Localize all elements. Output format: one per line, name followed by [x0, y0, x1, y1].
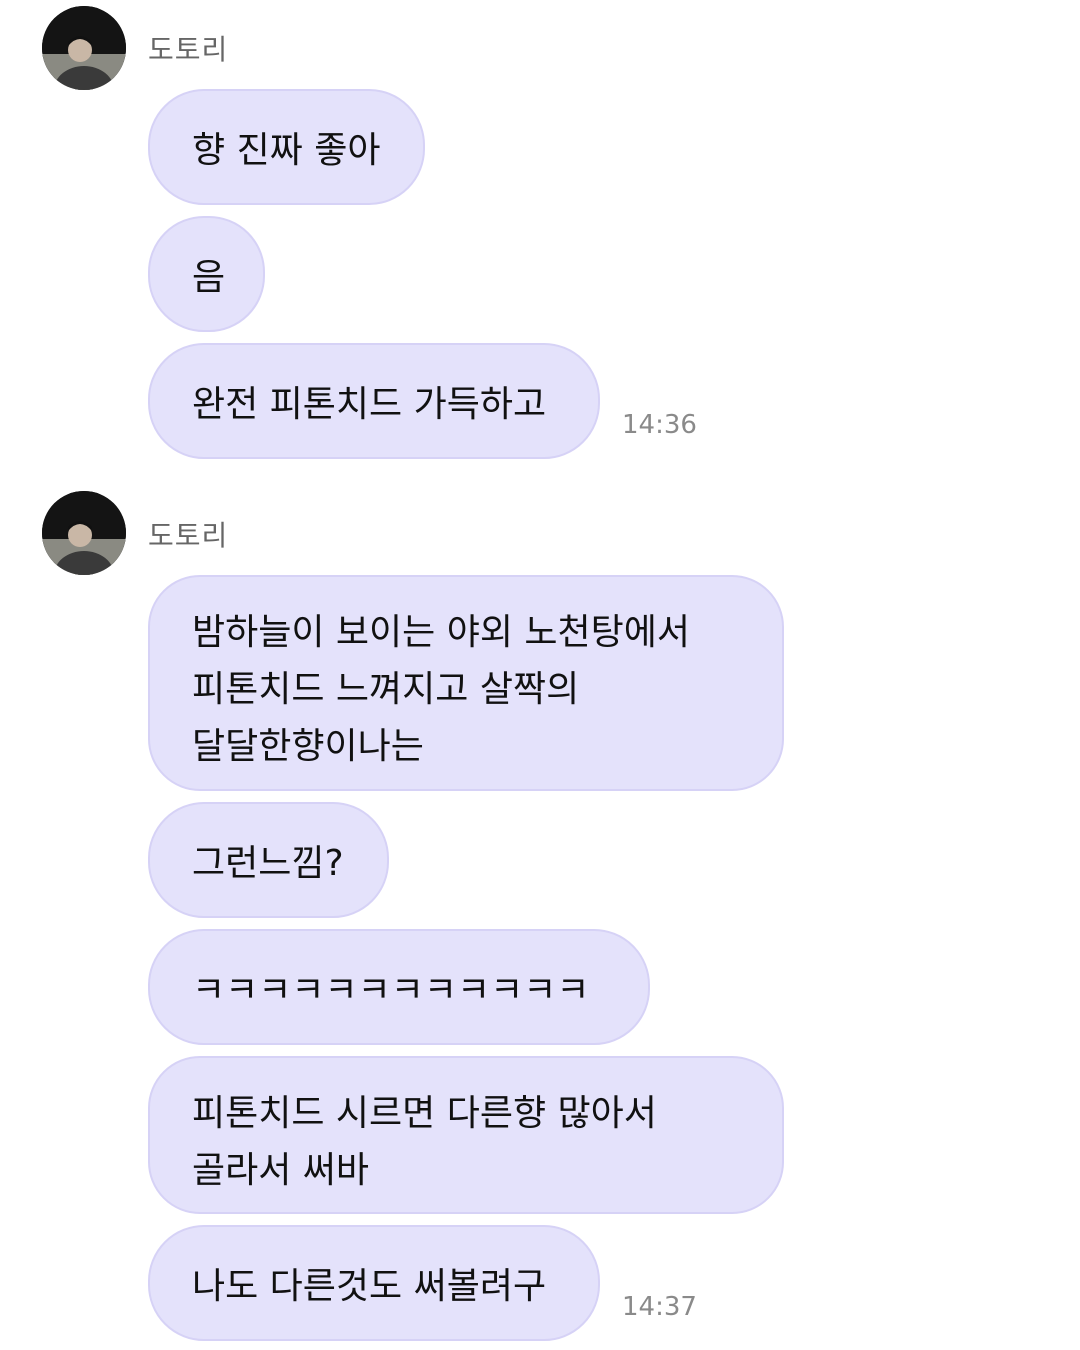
message-bubble[interactable]: 밤하늘이 보이는 야외 노천탕에서 피톤치드 느껴지고 살짝의 달달한향이나는	[148, 575, 784, 791]
message-bubble[interactable]: ㅋㅋㅋㅋㅋㅋㅋㅋㅋㅋㅋㅋ	[148, 929, 650, 1045]
message-timestamp: 14:37	[622, 1292, 697, 1322]
avatar[interactable]	[42, 491, 126, 575]
message-bubble[interactable]: 그런느낌?	[148, 802, 389, 918]
message-bubble[interactable]: 완전 피톤치드 가득하고	[148, 343, 600, 459]
message-bubble[interactable]: 나도 다른것도 써볼려구	[148, 1225, 600, 1341]
message-bubble[interactable]: 피톤치드 시르면 다른향 많아서 골라서 써바	[148, 1056, 784, 1214]
message-text: 향 진짜 좋아	[192, 130, 381, 171]
message-text: 완전 피톤치드 가득하고	[192, 384, 547, 425]
message-text: 피톤치드 시르면 다른향 많아서 골라서 써바	[192, 1093, 657, 1191]
person-avatar-icon	[42, 6, 126, 90]
message-text: ㅋㅋㅋㅋㅋㅋㅋㅋㅋㅋㅋㅋ	[192, 970, 590, 1011]
message-text: 그런느낌?	[192, 843, 344, 884]
sender-name: 도토리	[148, 519, 229, 552]
message-text: 나도 다른것도 써볼려구	[192, 1266, 547, 1307]
avatar[interactable]	[42, 6, 126, 90]
message-text: 음	[192, 257, 226, 298]
message-timestamp: 14:36	[622, 410, 697, 440]
sender-name: 도토리	[148, 33, 229, 66]
message-bubble[interactable]: 음	[148, 216, 265, 332]
message-bubble[interactable]: 향 진짜 좋아	[148, 89, 425, 205]
person-avatar-icon	[42, 491, 126, 575]
message-text: 밤하늘이 보이는 야외 노천탕에서 피톤치드 느껴지고 살짝의 달달한향이나는	[192, 612, 691, 767]
